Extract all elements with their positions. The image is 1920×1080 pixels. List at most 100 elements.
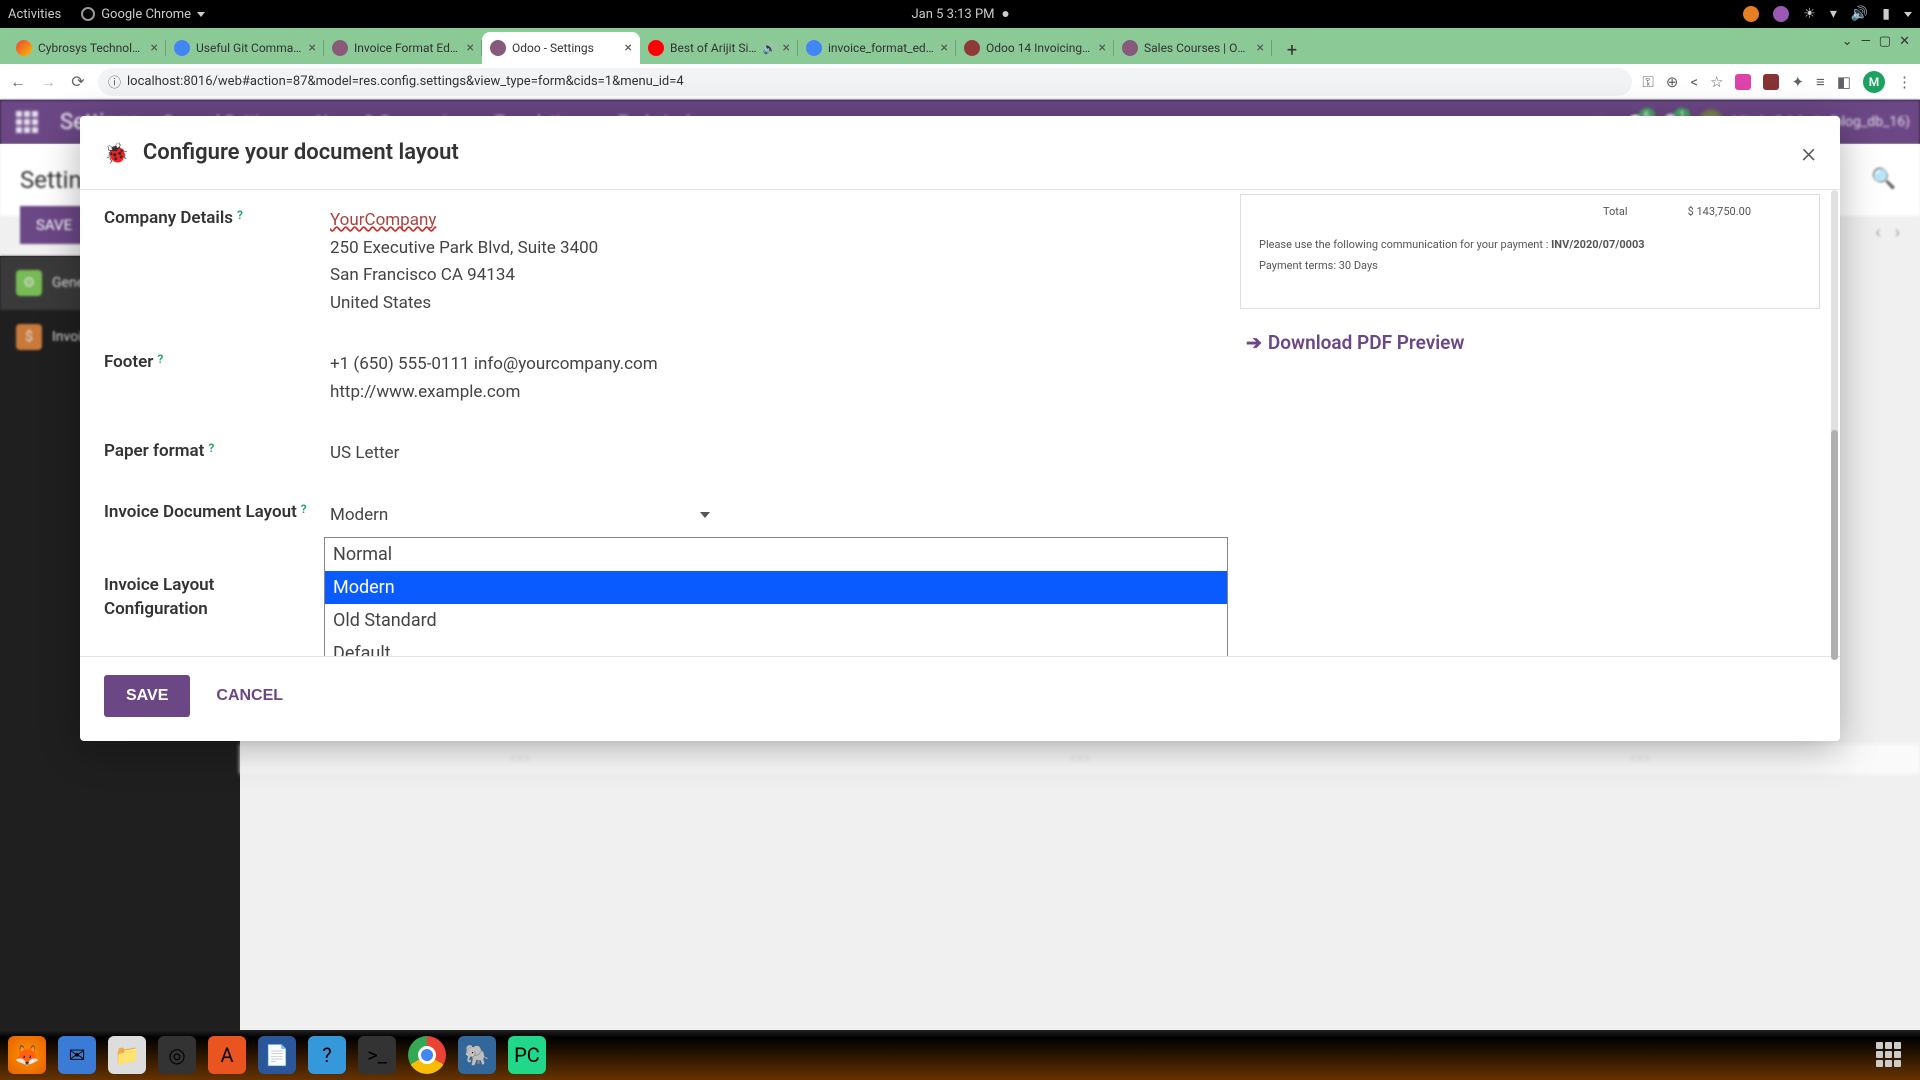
window-maximize-icon[interactable]: ▢	[1879, 34, 1891, 49]
site-info-icon[interactable]: ⓘ	[108, 72, 121, 91]
clock[interactable]: Jan 5 3:13 PM	[911, 7, 1008, 22]
help-icon[interactable]: ?	[301, 501, 307, 518]
dock-pycharm-icon[interactable]: PC	[508, 1036, 546, 1074]
zoom-icon[interactable]: ⊕	[1666, 73, 1679, 91]
ext2-icon[interactable]	[1763, 74, 1779, 90]
youtube-icon	[648, 40, 664, 56]
browser-tab[interactable]: invoice_format_editor ×	[798, 32, 956, 64]
dock-files-icon[interactable]: 📁	[108, 1036, 146, 1074]
battery-icon[interactable]: ▮	[1882, 6, 1890, 22]
tab-close-icon[interactable]: ×	[1257, 40, 1264, 56]
company-address-line: San Francisco CA 94134	[330, 263, 1222, 289]
window-close-icon[interactable]: ✕	[1899, 34, 1910, 49]
tab-audio-icon[interactable]: 🔊	[763, 42, 777, 55]
tab-close-icon[interactable]: ×	[1099, 40, 1106, 56]
dock-chrome-icon[interactable]	[408, 1036, 446, 1074]
browser-tab[interactable]: Cybrosys Technologie ×	[8, 32, 166, 64]
dropdown-option-selected[interactable]: Modern	[325, 571, 1227, 604]
tab-label: Invoice Format Editor	[354, 41, 461, 55]
browser-tab-active[interactable]: Odoo - Settings ×	[482, 32, 640, 64]
active-app-menu[interactable]: Google Chrome	[81, 7, 205, 22]
dropdown-option[interactable]: Old Standard	[325, 604, 1227, 637]
browser-tab[interactable]: Sales Courses | Odoo ×	[1114, 32, 1272, 64]
browser-tab[interactable]: Invoice Format Editor ×	[324, 32, 482, 64]
label-company-details: Company Details?	[104, 208, 330, 318]
volume-icon[interactable]: 🔊	[1851, 6, 1868, 22]
tab-close-icon[interactable]: ×	[783, 40, 790, 56]
bookmark-icon[interactable]: ☆	[1710, 73, 1723, 91]
dock-rhythmbox-icon[interactable]: ◎	[158, 1036, 196, 1074]
browser-tab[interactable]: Odoo 14 Invoicing - O ×	[956, 32, 1114, 64]
os-dock: 🦊 ✉ 📁 ◎ A 📄 ? >_ 🐘 PC	[0, 1030, 1920, 1080]
document-layout-modal: 🐞 Configure your document layout × Compa…	[80, 116, 1840, 741]
dock-terminal-icon[interactable]: >_	[358, 1036, 396, 1074]
tab-close-icon[interactable]: ×	[151, 40, 158, 56]
ext1-icon[interactable]	[1735, 74, 1751, 90]
extensions-icon[interactable]: ✦	[1791, 73, 1804, 91]
nav-back-icon[interactable]: ←	[8, 72, 28, 92]
company-details-value[interactable]: YourCompany 250 Executive Park Blvd, Sui…	[330, 208, 1222, 318]
power-menu-icon[interactable]	[1904, 12, 1912, 17]
company-address-line: United States	[330, 291, 1222, 317]
download-pdf-link[interactable]: ➔ Download PDF Preview	[1240, 331, 1820, 354]
close-icon[interactable]: ×	[1801, 136, 1816, 169]
dropdown-option[interactable]: Default	[325, 637, 1227, 656]
modal-body: Company Details? YourCompany 250 Executi…	[80, 190, 1840, 656]
reading-list-icon[interactable]: ≡	[1816, 73, 1825, 91]
modal-title: Configure your document layout	[143, 140, 459, 165]
brightness-icon[interactable]: ☀	[1803, 6, 1816, 22]
tray-icon-1[interactable]	[1743, 6, 1759, 22]
tab-close-icon[interactable]: ×	[941, 40, 948, 56]
new-tab-button[interactable]: +	[1278, 36, 1306, 64]
odoo14-icon	[964, 40, 980, 56]
cancel-button[interactable]: CANCEL	[206, 675, 293, 717]
save-button[interactable]: SAVE	[104, 675, 190, 717]
tab-close-icon[interactable]: ×	[309, 40, 316, 56]
url-text: localhost:8016/web#action=87&model=res.c…	[127, 74, 684, 89]
modal-header: 🐞 Configure your document layout ×	[80, 116, 1840, 190]
dock-firefox-icon[interactable]: 🦊	[8, 1036, 46, 1074]
dock-thunderbird-icon[interactable]: ✉	[58, 1036, 96, 1074]
layout-select[interactable]: Modern	[330, 501, 710, 531]
dock-software-icon[interactable]: A	[208, 1036, 246, 1074]
wifi-icon[interactable]: ▾	[1830, 6, 1837, 22]
url-input[interactable]: ⓘ localhost:8016/web#action=87&model=res…	[98, 68, 1632, 96]
footer-value[interactable]: +1 (650) 555-0111 info@yourcompany.com h…	[330, 352, 1222, 407]
tab-search-icon[interactable]: ⌄	[1842, 34, 1853, 49]
chrome-menu-icon[interactable]: ⋮	[1897, 73, 1912, 91]
password-icon[interactable]: ⚿	[1642, 73, 1653, 91]
tab-close-icon[interactable]: ×	[625, 40, 632, 56]
share-icon[interactable]: <	[1690, 73, 1698, 91]
side-panel-icon[interactable]: ◧	[1837, 73, 1851, 91]
browser-tab-strip: Cybrosys Technologie × Useful Git Comman…	[0, 28, 1920, 64]
form-column: Company Details? YourCompany 250 Executi…	[80, 190, 1240, 656]
help-icon[interactable]: ?	[157, 352, 163, 366]
show-applications-icon[interactable]	[1876, 1042, 1902, 1068]
dropdown-option[interactable]: Normal	[325, 538, 1227, 571]
tab-label: Best of Arijit Singh	[670, 41, 757, 55]
dock-pgadmin-icon[interactable]: 🐘	[458, 1036, 496, 1074]
system-tray[interactable]: ☀ ▾ 🔊 ▮	[1743, 6, 1912, 22]
scrollbar-thumb[interactable]	[1831, 430, 1838, 660]
dock-help-icon[interactable]: ?	[308, 1036, 346, 1074]
browser-tab[interactable]: Useful Git Commands ×	[166, 32, 324, 64]
browser-tab[interactable]: Best of Arijit Singh 🔊 ×	[640, 32, 798, 64]
chevron-down-icon	[700, 512, 710, 518]
nav-forward-icon[interactable]: →	[38, 72, 58, 92]
odoo-icon	[332, 40, 348, 56]
bug-icon: 🐞	[104, 141, 129, 165]
dock-writer-icon[interactable]: 📄	[258, 1036, 296, 1074]
odoo-icon	[1122, 40, 1138, 56]
paper-format-value[interactable]: US Letter	[330, 441, 1222, 467]
modal-footer: SAVE CANCEL	[80, 656, 1840, 741]
arrow-right-icon: ➔	[1246, 331, 1262, 354]
help-icon[interactable]: ?	[237, 208, 243, 222]
nav-reload-icon[interactable]: ⟳	[68, 72, 88, 92]
tab-close-icon[interactable]: ×	[467, 40, 474, 56]
profile-avatar[interactable]: M	[1863, 71, 1885, 93]
activities-button[interactable]: Activities	[8, 7, 61, 22]
tray-icon-2[interactable]	[1773, 6, 1789, 22]
window-minimize-icon[interactable]: —	[1861, 34, 1871, 49]
footer-line: http://www.example.com	[330, 380, 1222, 406]
help-icon[interactable]: ?	[208, 441, 214, 455]
